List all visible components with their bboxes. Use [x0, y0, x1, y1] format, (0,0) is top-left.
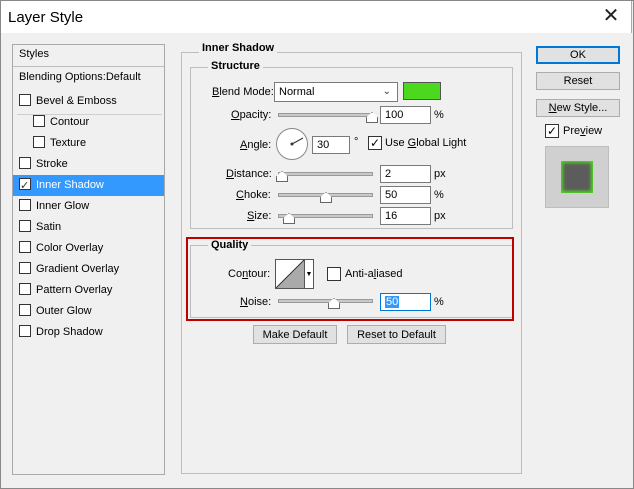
size-field[interactable]: 16 — [380, 207, 431, 225]
style-item-gradient-overlay[interactable]: Gradient Overlay — [13, 259, 164, 280]
preview-checkbox[interactable]: ✓ — [545, 124, 559, 138]
choke-unit: % — [434, 189, 444, 201]
drop-shadow-checkbox[interactable] — [19, 325, 31, 338]
inner-glow-checkbox[interactable] — [19, 199, 31, 212]
styles-list: Styles Blending Options:Default Bevel & … — [12, 44, 165, 475]
style-item-texture[interactable]: Texture — [13, 133, 164, 154]
global-light-checkbox[interactable]: ✓ — [368, 136, 382, 150]
angle-dial[interactable] — [276, 128, 308, 160]
new-style-button[interactable]: New Style... — [536, 99, 620, 117]
noise-slider-track[interactable] — [278, 299, 373, 303]
chevron-down-icon: ⌄ — [382, 86, 391, 97]
contour-curve-icon — [276, 260, 304, 288]
choke-field[interactable]: 50 — [380, 186, 431, 204]
style-item-color-overlay[interactable]: Color Overlay — [13, 238, 164, 259]
style-item-satin[interactable]: Satin — [13, 217, 164, 238]
angle-unit: ° — [354, 136, 359, 148]
opacity-slider-track[interactable] — [278, 113, 373, 117]
noise-unit: % — [434, 296, 444, 308]
satin-checkbox[interactable] — [19, 220, 31, 233]
style-item-pattern-overlay[interactable]: Pattern Overlay — [13, 280, 164, 301]
blending-options-item[interactable]: Blending Options:Default — [13, 67, 164, 88]
angle-field[interactable]: 30 — [312, 136, 350, 154]
anti-aliased-checkbox[interactable] — [327, 267, 341, 281]
title-bar — [0, 0, 632, 33]
blend-mode-label: Blend Mode: — [212, 86, 274, 98]
noise-label: Noise: — [240, 296, 272, 308]
size-unit: px — [434, 210, 446, 222]
opacity-field[interactable]: 100 — [380, 106, 431, 124]
ok-button[interactable]: OK — [536, 46, 620, 64]
angle-needle-icon — [290, 137, 304, 146]
make-default-button[interactable]: Make Default — [253, 325, 337, 344]
contour-dropdown-icon[interactable]: ▼ — [305, 259, 314, 289]
style-item-drop-shadow[interactable]: Drop Shadow — [13, 322, 164, 343]
opacity-label: Opacity: — [231, 109, 272, 121]
size-label: Size: — [247, 210, 272, 222]
close-icon[interactable]: ✕ — [598, 4, 624, 28]
outer-glow-checkbox[interactable] — [19, 304, 31, 317]
style-item-stroke[interactable]: Stroke — [13, 154, 164, 175]
structure-title: Structure — [208, 60, 263, 72]
inner-shadow-title: Inner Shadow — [199, 42, 278, 54]
color-overlay-checkbox[interactable] — [19, 241, 31, 254]
distance-slider-track[interactable] — [278, 172, 373, 176]
opacity-unit: % — [434, 109, 444, 121]
pattern-overlay-checkbox[interactable] — [19, 283, 31, 296]
inner-shadow-checkbox[interactable] — [19, 176, 31, 197]
global-light-label: Use Global Light — [385, 137, 467, 149]
style-item-contour[interactable]: Contour — [13, 112, 164, 133]
texture-checkbox[interactable] — [33, 136, 45, 149]
contour-label: Contour: — [228, 268, 271, 280]
reset-button[interactable]: Reset — [536, 72, 620, 90]
style-item-bevel-emboss[interactable]: Bevel & Emboss — [13, 91, 164, 112]
preview-swatch — [561, 161, 593, 193]
preview-label: Preview — [563, 125, 603, 137]
noise-field[interactable]: 50 — [380, 293, 431, 311]
style-item-inner-shadow[interactable]: Inner Shadow — [13, 175, 164, 197]
bevel-emboss-checkbox[interactable] — [19, 94, 31, 107]
styles-header[interactable]: Styles — [13, 45, 164, 67]
anti-aliased-label: Anti-aliased — [345, 268, 403, 280]
angle-label: Angle: — [240, 139, 272, 151]
style-preview — [545, 146, 609, 208]
quality-title: Quality — [208, 239, 252, 251]
shadow-color-swatch[interactable] — [403, 82, 441, 100]
window-title: Layer Style — [8, 9, 84, 26]
style-item-inner-glow[interactable]: Inner Glow — [13, 196, 164, 217]
distance-unit: px — [434, 168, 446, 180]
blend-mode-select[interactable]: Normal ⌄ — [274, 82, 398, 102]
gradient-overlay-checkbox[interactable] — [19, 262, 31, 275]
style-item-outer-glow[interactable]: Outer Glow — [13, 301, 164, 322]
choke-label: Choke: — [236, 189, 271, 201]
distance-label: Distance: — [226, 168, 272, 180]
contour-picker[interactable] — [275, 259, 305, 289]
reset-to-default-button[interactable]: Reset to Default — [347, 325, 446, 344]
stroke-checkbox[interactable] — [19, 157, 31, 170]
distance-field[interactable]: 2 — [380, 165, 431, 183]
contour-checkbox[interactable] — [33, 115, 45, 128]
